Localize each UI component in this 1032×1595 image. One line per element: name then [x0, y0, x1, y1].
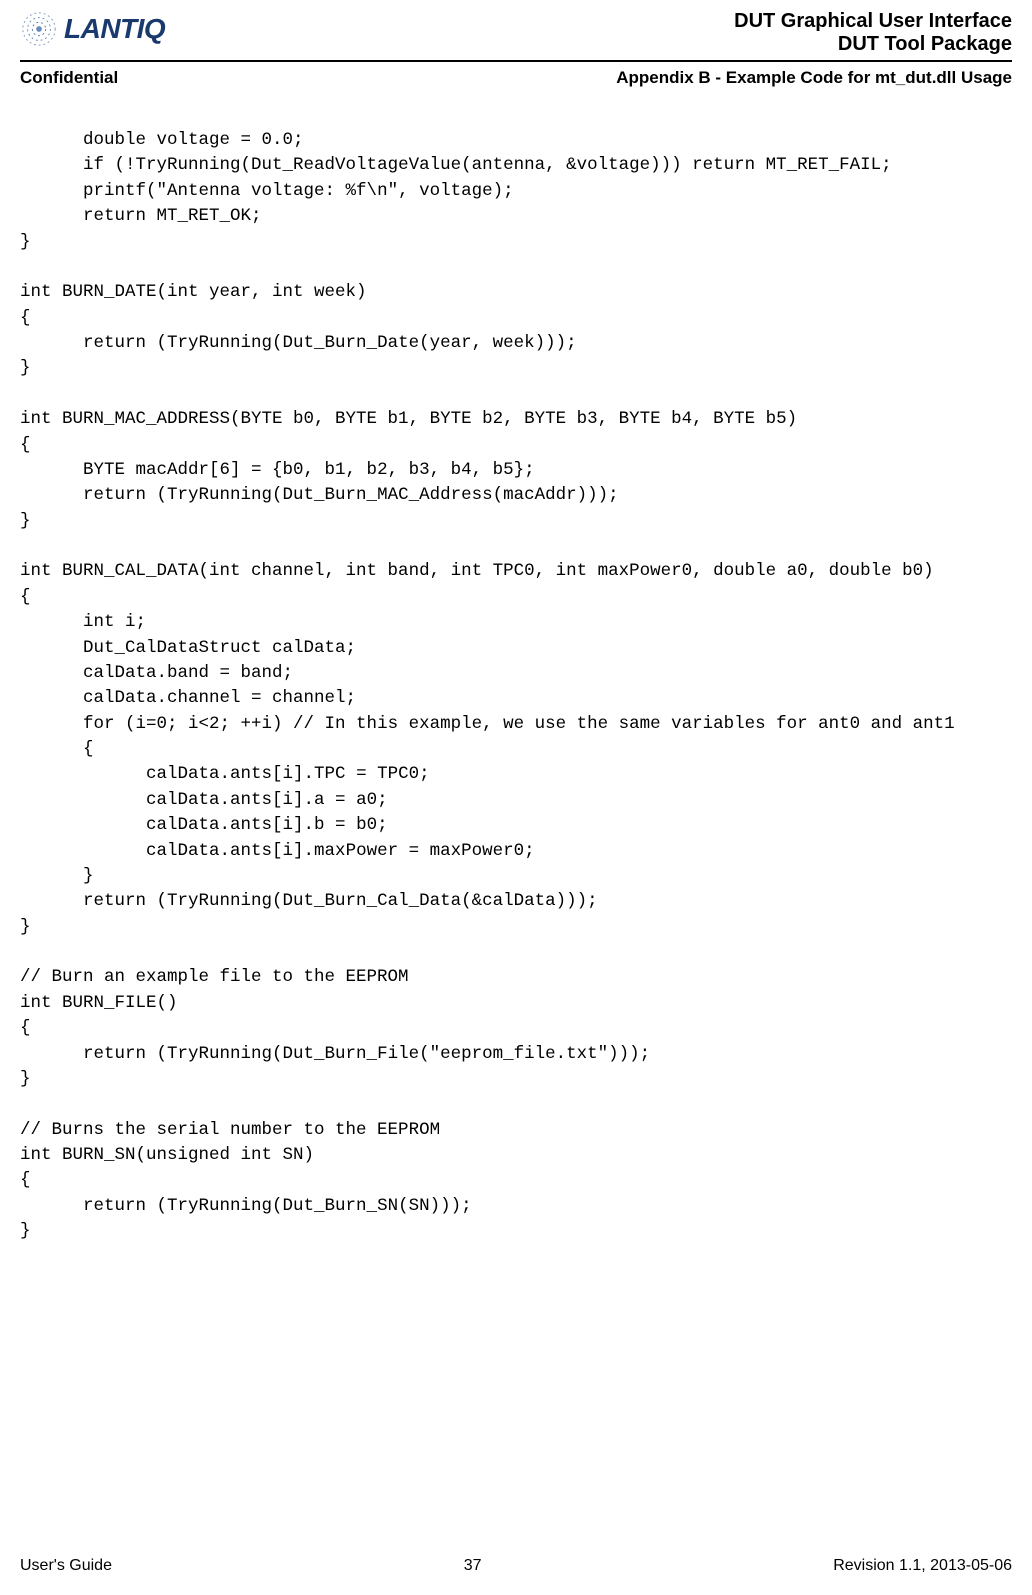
appendix-title: Appendix B - Example Code for mt_dut.dll…: [616, 68, 1012, 88]
doc-title-1: DUT Graphical User Interface: [734, 10, 1012, 33]
header-divider: [20, 60, 1012, 62]
footer-revision: Revision 1.1, 2013-05-06: [833, 1557, 1012, 1575]
logo: LANTIQ: [20, 10, 165, 48]
doc-title-2: DUT Tool Package: [734, 33, 1012, 56]
footer-left: User's Guide: [20, 1557, 112, 1575]
doc-titles: DUT Graphical User Interface DUT Tool Pa…: [734, 10, 1012, 56]
code-listing: double voltage = 0.0; if (!TryRunning(Du…: [20, 128, 1012, 1245]
header: LANTIQ DUT Graphical User Interface DUT …: [20, 10, 1012, 56]
footer-page-number: 37: [464, 1557, 482, 1575]
confidential-label: Confidential: [20, 68, 118, 88]
logo-swirl-icon: [20, 10, 58, 48]
subheader: Confidential Appendix B - Example Code f…: [20, 68, 1012, 88]
logo-text: LANTIQ: [64, 13, 165, 45]
footer: User's Guide 37 Revision 1.1, 2013-05-06: [20, 1557, 1012, 1575]
